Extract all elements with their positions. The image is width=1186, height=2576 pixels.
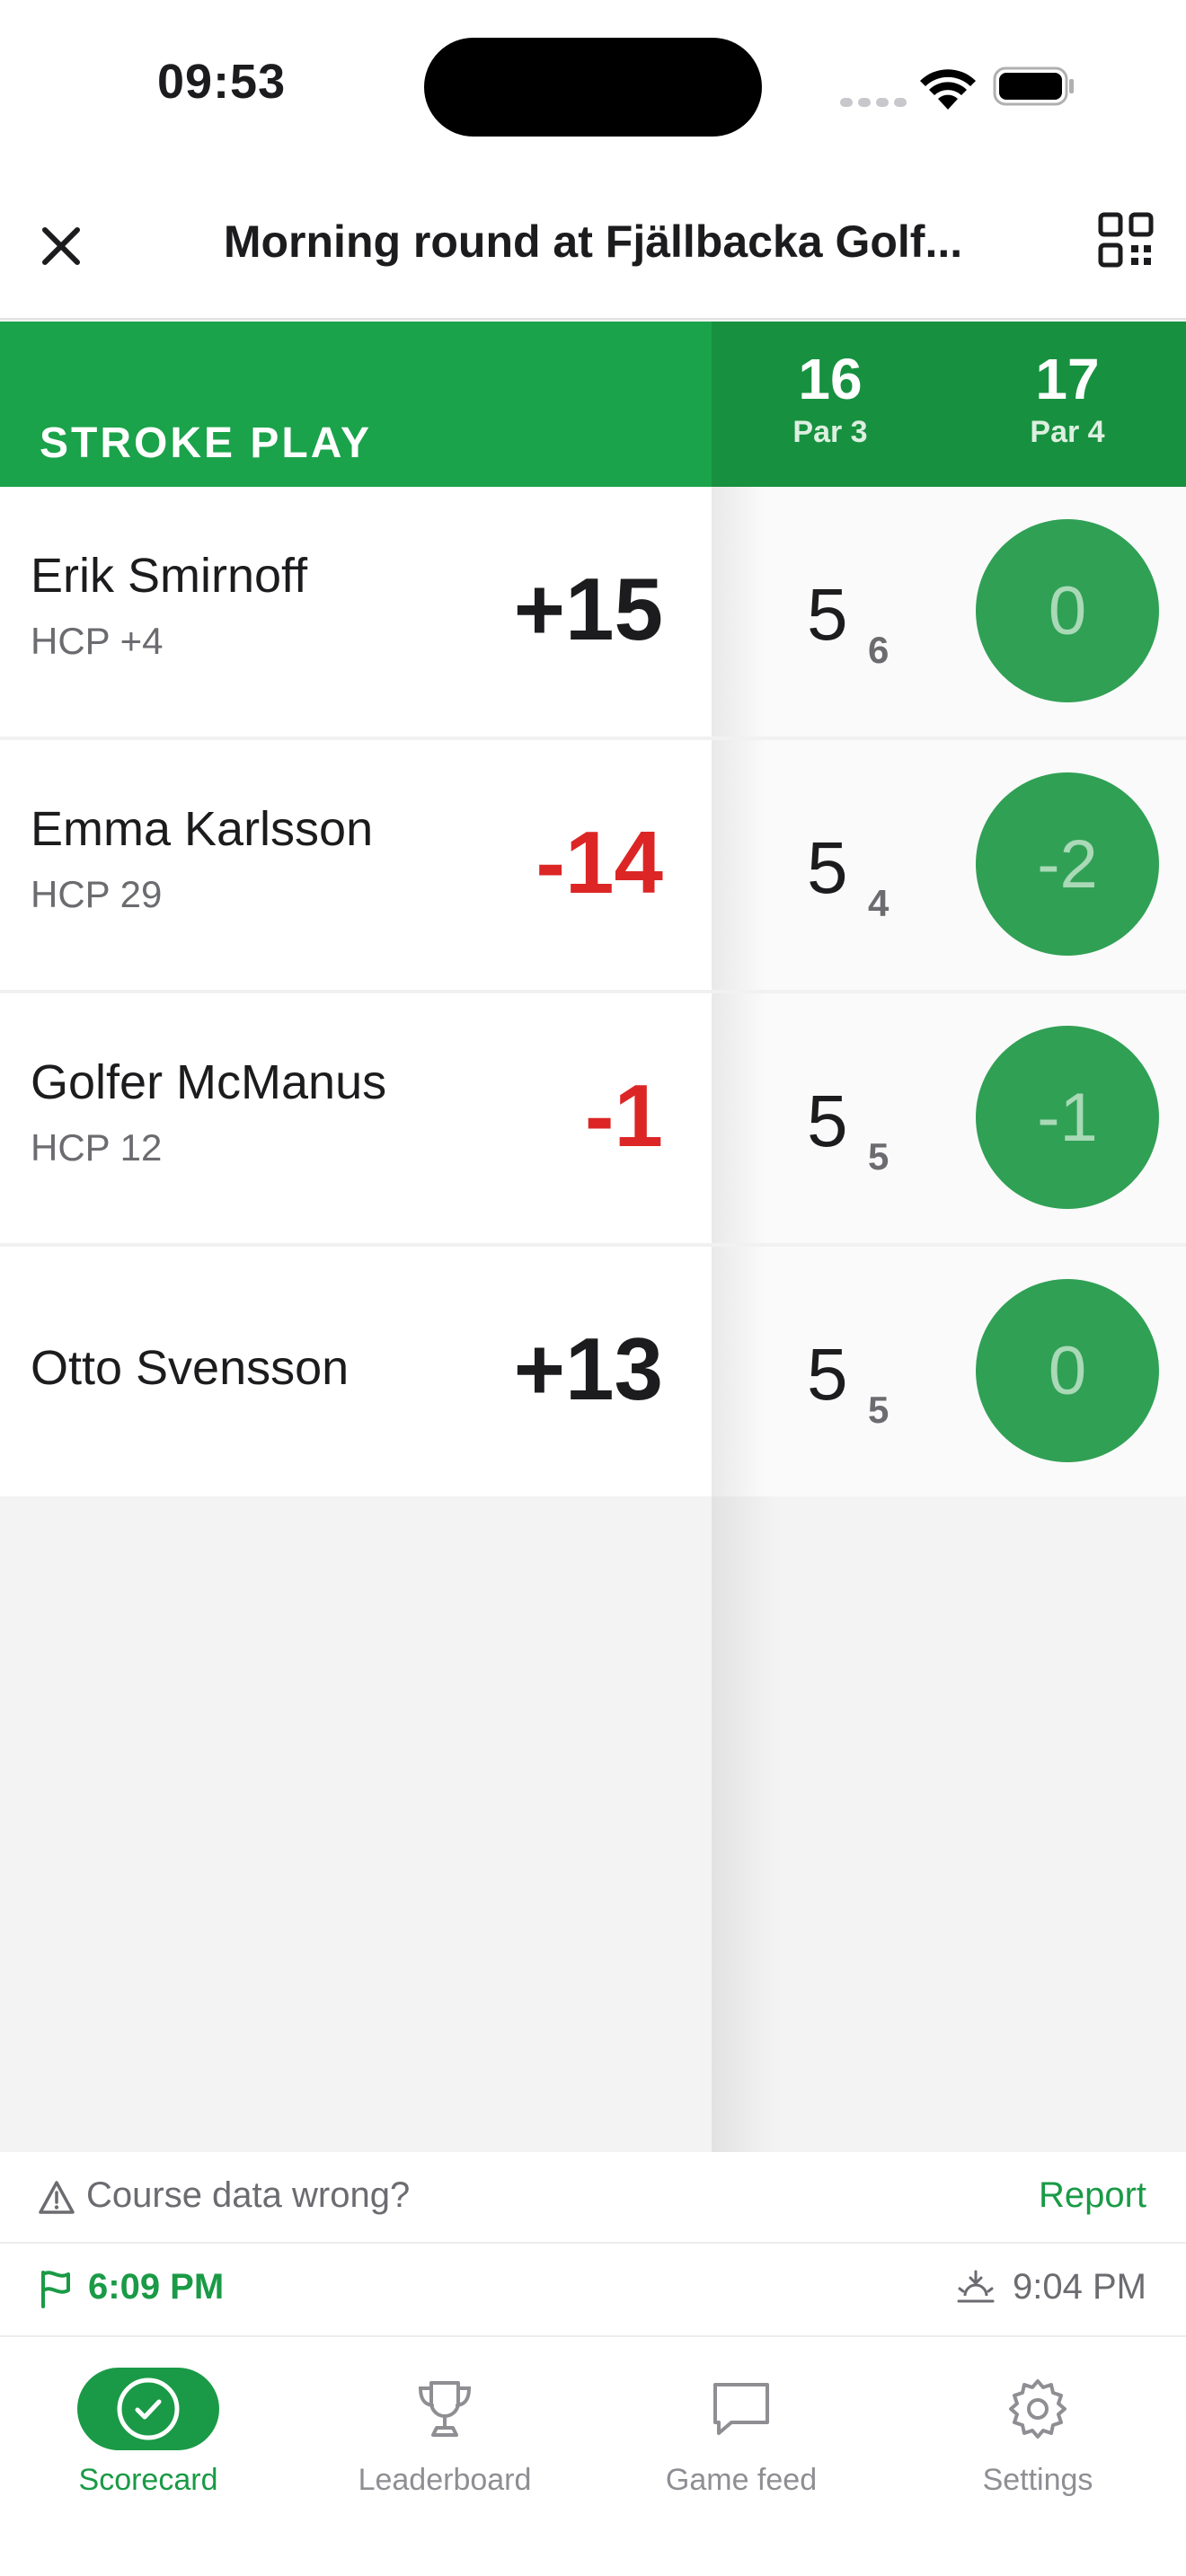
page-title: Morning round at Fjällbacka Golf... (223, 216, 963, 267)
hole-column-16[interactable]: 16 Par 3 (712, 345, 949, 450)
player-handicap: HCP 29 (31, 873, 163, 915)
report-link[interactable]: Report (1039, 2175, 1146, 2216)
player-total-score: +13 (513, 1319, 663, 1418)
hole-scores: 5 5 -1 (712, 993, 1186, 1243)
player-row[interactable]: Golfer McManus HCP 12 -1 5 5 -1 (0, 993, 1186, 1247)
hole-scores: 5 4 -2 (712, 740, 1186, 990)
tab-icon-pill (967, 2368, 1109, 2450)
sunset-icon (957, 2270, 995, 2303)
hole-par: Par 4 (1030, 415, 1105, 449)
player-handicap: HCP +4 (31, 620, 164, 662)
tab-icon-pill (77, 2368, 219, 2450)
hole-scores: 5 6 0 (712, 487, 1186, 737)
hole-scores: 5 5 0 (712, 1247, 1186, 1496)
player-total-score: -1 (584, 1066, 663, 1165)
player-row[interactable]: Erik Smirnoff HCP +4 +15 5 6 0 (0, 487, 1186, 740)
tab-leaderboard[interactable]: Leaderboard (296, 2337, 593, 2517)
hole-header-columns: 16 Par 3 17 Par 4 (712, 322, 1186, 487)
qr-code-icon[interactable] (1098, 212, 1154, 268)
hole-number: 17 (1035, 347, 1100, 411)
hole-17-score-circle[interactable]: 0 (976, 1279, 1159, 1462)
hole-17-score-circle[interactable]: -1 (976, 1026, 1159, 1209)
hole-17-score-circle[interactable]: 0 (976, 519, 1159, 702)
hole-16-net: 5 (868, 1389, 890, 1431)
tee-time: 6:09 PM (88, 2267, 225, 2307)
hole-16-net: 4 (868, 882, 890, 924)
gear-icon (1009, 2379, 1067, 2439)
tab-settings[interactable]: Settings (890, 2337, 1186, 2517)
chat-bubble-icon (713, 2383, 769, 2435)
course-data-warning: Course data wrong? (86, 2175, 411, 2215)
hole-par: Par 3 (792, 415, 868, 449)
wifi-icon (920, 69, 976, 110)
hole-16-strokes[interactable]: 5 (807, 573, 848, 657)
player-total-score: -14 (535, 813, 663, 912)
cellular-signal-icon (840, 95, 912, 111)
status-time: 09:53 (157, 55, 287, 109)
tab-scorecard[interactable]: Scorecard (0, 2337, 296, 2517)
hole-columns-shadow (712, 1496, 1186, 2152)
flag-icon (41, 2271, 70, 2308)
player-handicap: HCP 12 (31, 1126, 163, 1169)
round-info-footer: Course data wrong? Report 6:09 PM 9:04 P… (0, 2152, 1186, 2335)
player-name: Emma Karlsson (31, 802, 374, 856)
dynamic-island (424, 38, 762, 137)
game-type-label: STROKE PLAY (40, 419, 372, 467)
tab-label: Game feed (665, 2463, 818, 2497)
hole-17-score-circle[interactable]: -2 (976, 772, 1159, 956)
sunset-time: 9:04 PM (1013, 2267, 1146, 2307)
tab-label: Scorecard (78, 2463, 218, 2497)
player-name: Erik Smirnoff (31, 549, 308, 603)
player-total-score: +15 (513, 560, 663, 658)
player-name: Golfer McManus (31, 1055, 387, 1109)
hole-column-17[interactable]: 17 Par 4 (949, 345, 1186, 450)
status-bar: 09:53 (0, 0, 1186, 176)
hole-16-strokes[interactable]: 5 (807, 1080, 848, 1164)
player-row[interactable]: Emma Karlsson HCP 29 -14 5 4 -2 (0, 740, 1186, 993)
scorecard-header: STROKE PLAY 16 Par 3 17 Par 4 (0, 322, 1186, 487)
hole-16-strokes[interactable]: 5 (807, 826, 848, 911)
scorecard-empty-area (0, 1496, 1186, 2152)
tab-label: Settings (982, 2463, 1093, 2497)
player-list: Erik Smirnoff HCP +4 +15 5 6 0 Emma Karl… (0, 487, 1186, 1496)
close-icon[interactable] (36, 221, 86, 271)
divider (0, 2242, 1186, 2244)
tab-icon-pill (374, 2368, 516, 2450)
check-circle-icon (117, 2378, 180, 2440)
nav-header: Morning round at Fjällbacka Golf... (0, 176, 1186, 320)
tab-icon-pill (670, 2368, 812, 2450)
hole-16-net: 5 (868, 1135, 890, 1178)
tab-label: Leaderboard (358, 2463, 532, 2497)
battery-icon (993, 66, 1074, 106)
player-name: Otto Svensson (31, 1341, 350, 1395)
tab-bar: Scorecard Leaderboard Game feed Settings (0, 2335, 1186, 2576)
hole-16-net: 6 (868, 629, 890, 671)
warning-icon (39, 2181, 75, 2214)
trophy-icon (418, 2381, 472, 2437)
hole-number: 16 (798, 347, 863, 411)
hole-16-strokes[interactable]: 5 (807, 1333, 848, 1417)
player-row[interactable]: Otto Svensson +13 5 5 0 (0, 1247, 1186, 1496)
tab-game-feed[interactable]: Game feed (593, 2337, 890, 2517)
